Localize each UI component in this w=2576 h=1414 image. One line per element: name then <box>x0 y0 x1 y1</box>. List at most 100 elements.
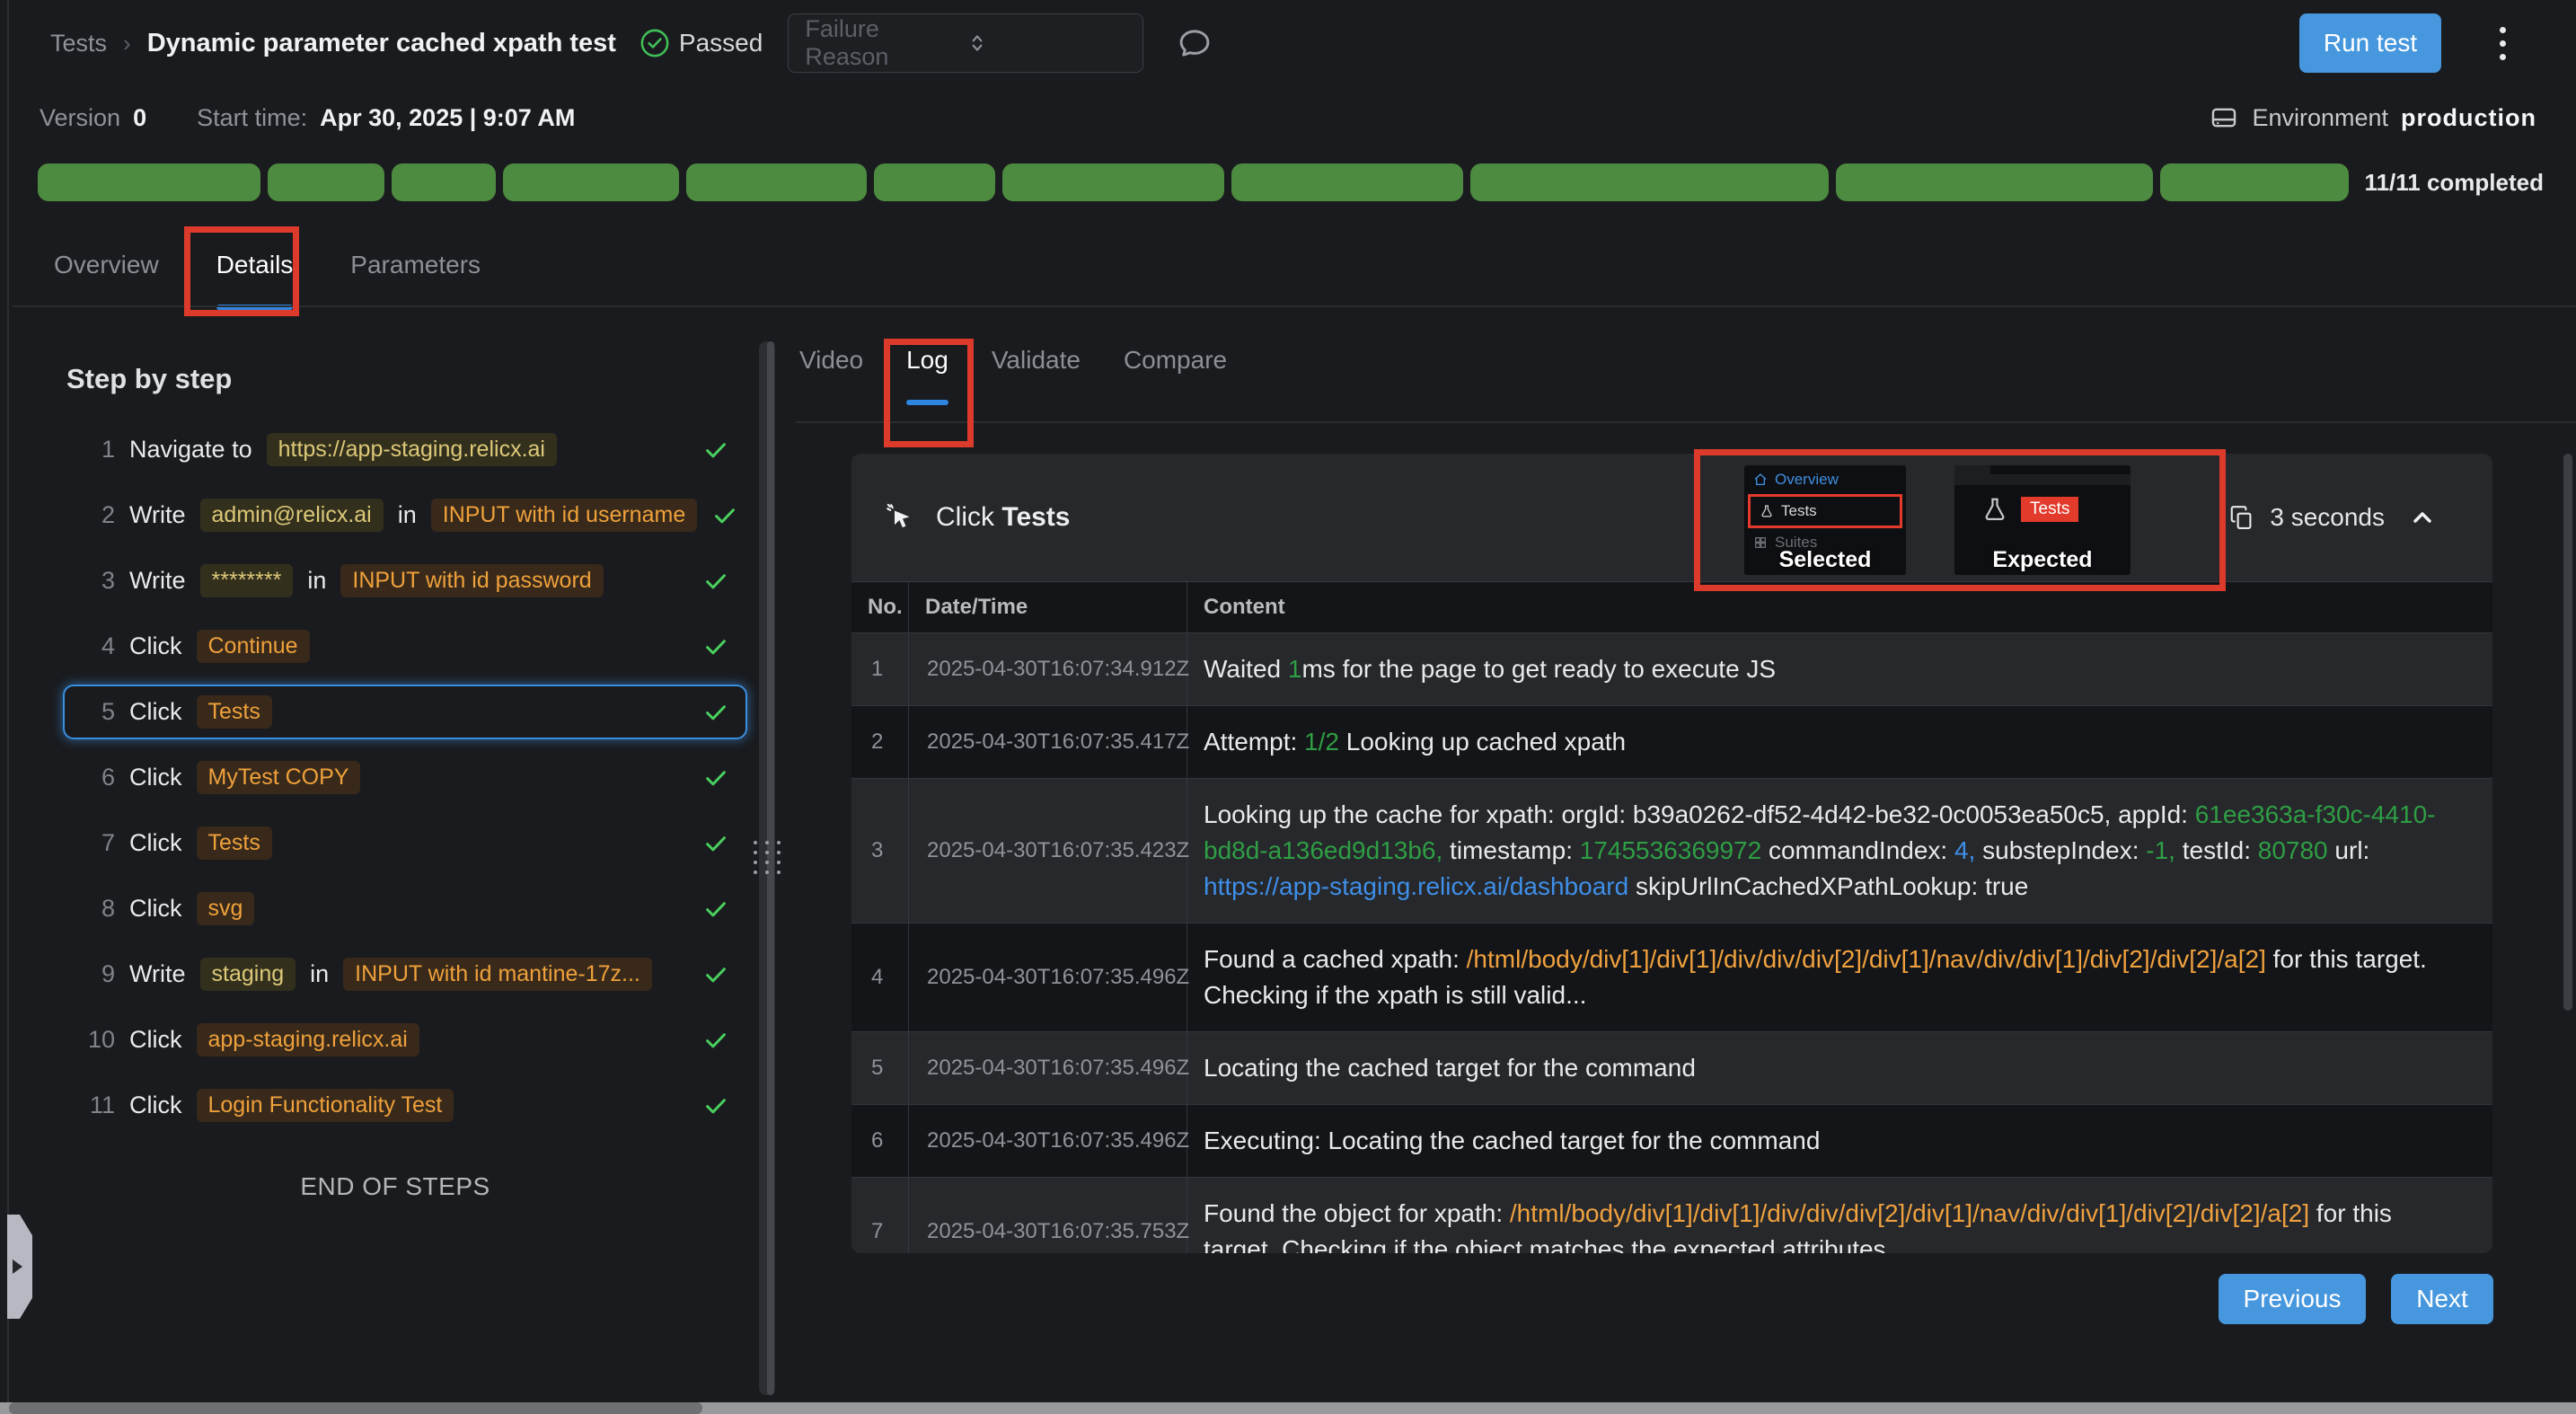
log-text: commandIndex: <box>1761 836 1954 864</box>
step-row-2[interactable]: 2Writeadmin@relicx.aiinINPUT with id use… <box>63 488 747 543</box>
step-success-check-icon <box>702 699 729 726</box>
step-action: Write <box>129 960 186 988</box>
tab-log[interactable]: Log <box>906 346 948 380</box>
log-row-content: Found the object for xpath: /html/body/d… <box>1187 1178 2492 1253</box>
end-of-steps-label: END OF STEPS <box>36 1172 754 1201</box>
progress-segment[interactable] <box>874 163 996 201</box>
run-test-button[interactable]: Run test <box>2299 13 2441 73</box>
progress-segment[interactable] <box>1002 163 1223 201</box>
comment-bubble-icon[interactable] <box>1176 24 1213 62</box>
tab-parameters[interactable]: Parameters <box>350 251 481 285</box>
step-value-chip: https://app-staging.relicx.ai <box>267 433 557 466</box>
progress-segment[interactable] <box>268 163 384 201</box>
horizontal-scrollbar-thumb[interactable] <box>9 1402 702 1414</box>
progress-segment[interactable] <box>686 163 867 201</box>
log-row-1: 12025-04-30T16:07:34.912ZWaited 1ms for … <box>851 632 2492 705</box>
detail-panel-scrollbar[interactable] <box>2563 454 2572 1011</box>
tab-compare[interactable]: Compare <box>1124 346 1227 380</box>
log-card-header: Click Tests 3 seconds Overview Tests <box>851 454 2492 582</box>
step-target-chip: Tests <box>197 826 272 860</box>
tab-video[interactable]: Video <box>799 346 863 380</box>
log-step-title: Click Tests <box>936 502 1071 533</box>
duration-group: 3 seconds <box>2228 503 2437 532</box>
tab-details[interactable]: Details <box>216 251 294 285</box>
tab-label: Log <box>906 346 948 374</box>
step-success-check-icon <box>711 502 738 529</box>
step-row-1[interactable]: 1Navigate tohttps://app-staging.relicx.a… <box>63 422 747 477</box>
step-row-4[interactable]: 4ClickContinue <box>63 619 747 674</box>
progress-segment[interactable] <box>1231 163 1464 201</box>
step-success-check-icon <box>702 633 729 660</box>
step-row-5[interactable]: 5ClickTests <box>63 685 747 739</box>
log-row-content: Executing: Locating the cached target fo… <box>1187 1105 2492 1177</box>
step-action: Click <box>129 829 182 857</box>
selected-thumbnail-label: Selected <box>1744 547 1906 573</box>
failure-reason-select[interactable]: Failure Reason <box>788 13 1143 73</box>
step-target-chip: MyTest COPY <box>197 761 361 794</box>
next-button[interactable]: Next <box>2391 1274 2493 1324</box>
step-row-11[interactable]: 11ClickLogin Functionality Test <box>63 1078 747 1133</box>
step-action: Click <box>129 632 182 660</box>
log-step-action: Click <box>936 502 994 532</box>
horizontal-scrollbar[interactable] <box>0 1402 2576 1414</box>
log-row-timestamp: 2025-04-30T16:07:35.417Z <box>909 706 1187 778</box>
log-row-number: 3 <box>851 779 909 923</box>
environment-icon <box>2209 102 2239 133</box>
progress-segment[interactable] <box>38 163 260 201</box>
step-number: 9 <box>81 960 115 988</box>
log-row-4: 42025-04-30T16:07:35.496ZFound a cached … <box>851 923 2492 1031</box>
tab-label: Video <box>799 346 863 374</box>
log-table-header: No.Date/TimeContent <box>851 582 2492 632</box>
progress-segment[interactable] <box>1836 163 2153 201</box>
log-row-content: Attempt: 1/2 Looking up cached xpath <box>1187 706 2492 778</box>
panel-resize-handle-icon[interactable] <box>754 841 782 874</box>
log-text: Locating the cached target for the comma… <box>1204 1054 1696 1082</box>
log-text: timestamp: <box>1442 836 1579 864</box>
detail-tabs-divider <box>796 421 2576 423</box>
copy-icon[interactable] <box>2228 504 2255 531</box>
left-edge-divider <box>7 0 9 1414</box>
collapse-chevron-icon[interactable] <box>2408 503 2437 532</box>
log-row-number: 4 <box>851 924 909 1031</box>
more-options-kebab-icon[interactable] <box>2475 16 2529 70</box>
log-value-token: 4, <box>1954 836 1975 864</box>
step-row-10[interactable]: 10Clickapp-staging.relicx.ai <box>63 1012 747 1067</box>
progress-segment[interactable] <box>1470 163 1828 201</box>
progress-segment[interactable] <box>2160 163 2349 201</box>
step-row-3[interactable]: 3Write********inINPUT with id password <box>63 553 747 608</box>
log-row-content: Locating the cached target for the comma… <box>1187 1032 2492 1104</box>
click-cursor-icon <box>884 501 916 534</box>
log-row-content: Looking up the cache for xpath: orgId: b… <box>1187 779 2492 923</box>
tab-overview[interactable]: Overview <box>54 251 159 285</box>
breadcrumb-tests[interactable]: Tests <box>50 30 107 57</box>
tab-validate[interactable]: Validate <box>992 346 1081 380</box>
step-connector: in <box>398 501 417 529</box>
progress-bar <box>38 163 2349 201</box>
step-row-7[interactable]: 7ClickTests <box>63 816 747 870</box>
version-value: 0 <box>133 104 146 132</box>
step-row-6[interactable]: 6ClickMyTest COPY <box>63 750 747 805</box>
drawer-expand-tab[interactable] <box>7 1215 32 1319</box>
start-time-value: Apr 30, 2025 | 9:07 AM <box>320 104 575 132</box>
log-text: Waited <box>1204 655 1288 683</box>
step-row-9[interactable]: 9WritestaginginINPUT with id mantine-17z… <box>63 947 747 1002</box>
log-row-timestamp: 2025-04-30T16:07:35.496Z <box>909 1105 1187 1177</box>
step-success-check-icon <box>702 437 729 464</box>
start-time-label: Start time: <box>197 104 307 132</box>
step-number: 5 <box>81 698 115 726</box>
step-number: 3 <box>81 567 115 595</box>
log-text: testId: <box>2175 836 2258 864</box>
step-row-8[interactable]: 8Clicksvg <box>63 881 747 936</box>
tab-label: Parameters <box>350 251 481 278</box>
status-label: Passed <box>679 29 763 57</box>
progress-segment[interactable] <box>392 163 496 201</box>
step-number: 6 <box>81 764 115 791</box>
log-text: Found a cached xpath: <box>1204 945 1467 973</box>
expected-thumbnail[interactable]: Tests Expected <box>1954 465 2130 575</box>
log-value-token: /html/body/div[1]/div[1]/div/div/div[2]/… <box>1510 1199 2309 1227</box>
status-badge: Passed <box>640 28 763 58</box>
log-text: ms for the page to get ready to execute … <box>1301 655 1776 683</box>
selected-thumbnail[interactable]: Overview Tests Suites Selected <box>1744 465 1906 575</box>
progress-segment[interactable] <box>503 163 679 201</box>
previous-button[interactable]: Previous <box>2219 1274 2366 1324</box>
